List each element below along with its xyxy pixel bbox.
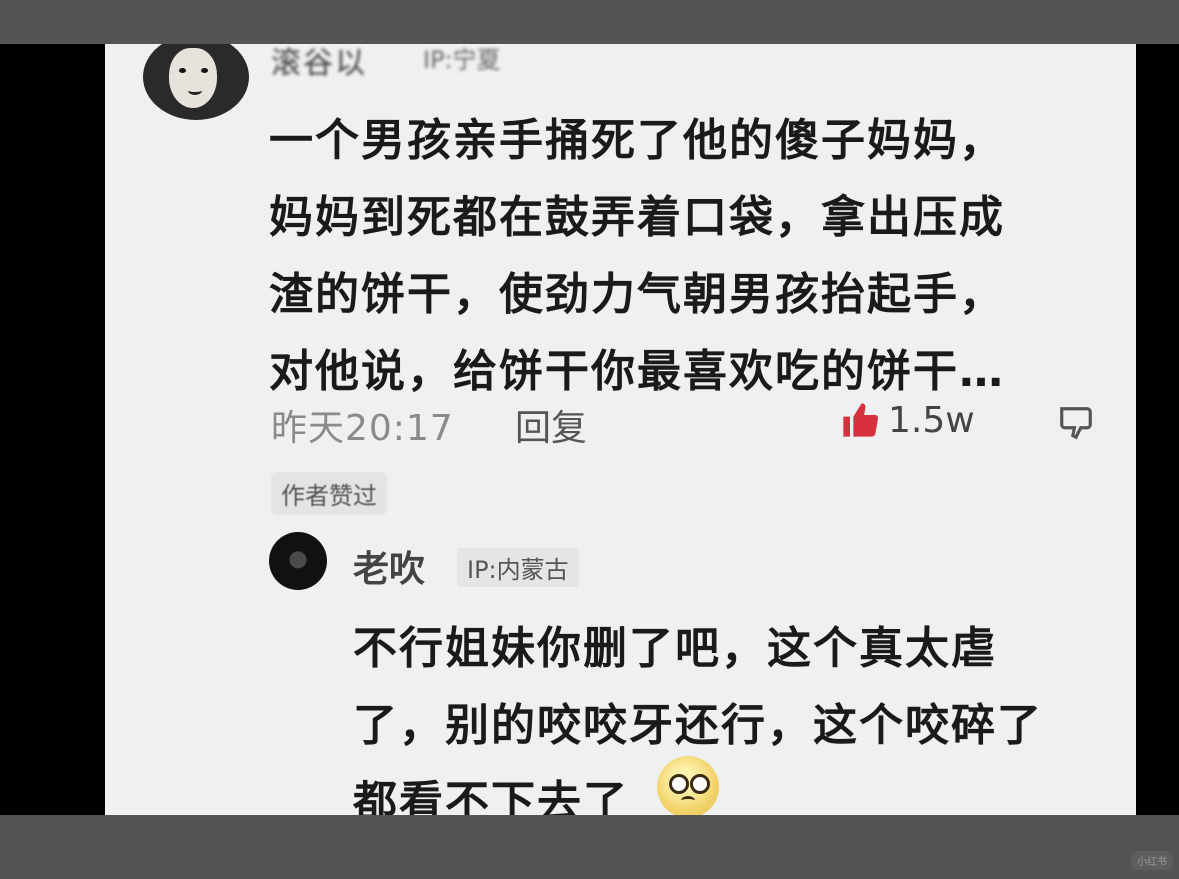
replier-username[interactable]: 老吹 <box>353 540 425 592</box>
thumbs-up-icon <box>843 403 879 437</box>
top-letterbox-bar <box>0 0 1179 44</box>
author-liked-tag: 作者赞过 <box>271 472 387 515</box>
replier-avatar[interactable] <box>269 532 327 590</box>
watermark-badge: 小红书 <box>1131 851 1173 870</box>
commenter-avatar[interactable] <box>143 44 249 120</box>
comment-card: 滚谷以 IP:宁夏 一个男孩亲手捅死了他的傻子妈妈， 妈妈到死都在鼓弄着口袋，拿… <box>105 44 1136 815</box>
reply-button[interactable]: 回复 <box>515 399 587 451</box>
replier-ip-location: IP:内蒙古 <box>457 548 579 587</box>
bottom-letterbox-bar <box>0 815 1179 879</box>
reply-text: 不行姐妹你删了吧，这个真太虐 了，别的咬咬牙还行，这个咬碎了 都看不下去了 <box>353 623 1043 815</box>
commenter-username[interactable]: 滚谷以 <box>271 44 367 82</box>
like-count: 1.5w <box>888 399 975 441</box>
commenter-ip-location: IP:宁夏 <box>423 46 501 74</box>
thumbs-down-icon[interactable] <box>1057 402 1095 444</box>
comment-timestamp: 昨天20:17 <box>271 408 454 449</box>
like-button[interactable]: 1.5w <box>840 399 975 441</box>
pleading-face-emoji-icon <box>657 756 719 815</box>
comment-text: 一个男孩亲手捅死了他的傻子妈妈， 妈妈到死都在鼓弄着口袋，拿出压成 渣的饼干，使… <box>269 115 1005 397</box>
